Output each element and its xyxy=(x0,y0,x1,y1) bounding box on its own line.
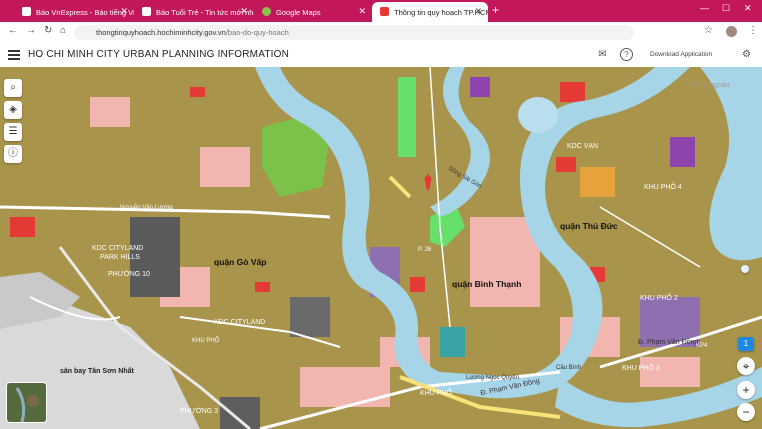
map-label-airport: sân bay Tân Sơn Nhất xyxy=(60,368,134,375)
close-tab-icon[interactable]: ✕ xyxy=(120,6,128,17)
url-path: /ban-do-quy-hoach xyxy=(225,28,289,37)
tab-title: Google Maps xyxy=(276,7,321,17)
hamburger-menu-icon[interactable] xyxy=(8,50,20,60)
tab-quy-hoach[interactable]: Thông tin quy hoạch TP.HCM ✕ xyxy=(372,2,488,22)
app-title: HO CHI MINH CITY URBAN PLANNING INFORMAT… xyxy=(28,49,290,60)
tuoitre-favicon-icon xyxy=(142,7,151,16)
layers-icon[interactable]: ◈ xyxy=(4,101,22,119)
bookmark-star-icon[interactable]: ☆ xyxy=(704,25,713,36)
map-label: KHU PHỐ xyxy=(420,390,452,397)
app-header: HO CHI MINH CITY URBAN PLANNING INFORMAT… xyxy=(0,43,762,68)
map-label: PHƯỜNG 3 xyxy=(180,408,219,415)
map-label: PHƯỜNG 10 xyxy=(108,271,150,278)
zoom-in-button[interactable]: + xyxy=(737,381,755,399)
map-label: KDC VẠN xyxy=(567,143,599,150)
map-label: KHU PHỐ xyxy=(192,338,220,344)
mail-icon[interactable]: ✉ xyxy=(596,48,609,61)
locate-icon[interactable]: ⌖ xyxy=(737,357,755,375)
map-label-road: Nguyễn Văn Lượng xyxy=(120,205,173,211)
browser-tab-bar: Báo VnExpress - Báo tiếng Việt ✕ Báo Tuổ… xyxy=(0,0,762,22)
apple-icon[interactable] xyxy=(716,48,729,61)
tab-vnexpress[interactable]: Báo VnExpress - Báo tiếng Việt ✕ xyxy=(14,2,134,22)
tab-google-maps[interactable]: Google Maps ✕ xyxy=(254,2,372,22)
close-tab-icon[interactable]: ✕ xyxy=(358,6,366,17)
info-icon[interactable]: ⓘ xyxy=(4,145,22,163)
list-icon[interactable]: ☰ xyxy=(4,123,22,141)
maximize-icon[interactable]: ☐ xyxy=(722,3,730,14)
minimap-thumbnail[interactable] xyxy=(6,382,47,423)
download-application-link[interactable]: Download Application xyxy=(650,51,712,58)
tab-title: Báo Tuổi Trẻ - Tin tức mới nhất xyxy=(156,7,254,17)
minimap-image xyxy=(7,383,46,422)
map-label: KHU PHỐ 4 xyxy=(644,184,682,191)
map-label: P. 26 xyxy=(418,247,432,253)
google-maps-favicon-icon xyxy=(262,7,271,16)
layer-level-badge[interactable]: 1 xyxy=(738,337,754,351)
vnexpress-favicon-icon xyxy=(22,7,31,16)
minimize-icon[interactable]: — xyxy=(700,3,709,13)
home-icon[interactable]: ⌂ xyxy=(60,25,66,36)
url-field[interactable]: thongtinquyhoach.hochiminhcity.gov.vn/ba… xyxy=(74,25,634,40)
more-menu-icon[interactable]: ⋮ xyxy=(748,25,758,36)
map-label: KHU PHỐ 3 xyxy=(622,365,660,372)
tab-title: Báo VnExpress - Báo tiếng Việt xyxy=(36,7,134,17)
close-tab-icon[interactable]: ✕ xyxy=(474,6,482,17)
watermark-logo: Batdongsan xyxy=(692,82,730,89)
close-tab-icon[interactable]: ✕ xyxy=(240,6,248,17)
planning-map[interactable]: KDC CITYLAND PARK HILLS PHƯỜNG 10 quận G… xyxy=(0,67,762,429)
map-label: KDC CITYLAND xyxy=(92,245,144,252)
map-label: KHU PHỐ 2 xyxy=(640,295,678,302)
forward-icon[interactable]: → xyxy=(26,25,36,36)
tab-tuoitre[interactable]: Báo Tuổi Trẻ - Tin tức mới nhất ✕ xyxy=(134,2,254,22)
map-label: KDC CITYLAND xyxy=(214,319,266,326)
android-icon[interactable]: ⚙ xyxy=(740,48,753,61)
map-label-district: quận Thủ Đức xyxy=(560,221,618,231)
address-bar: ← → ↻ ⌂ thongtinquyhoach.hochiminhcity.g… xyxy=(0,22,762,44)
map-label: PARK HILLS xyxy=(100,254,140,261)
reload-icon[interactable]: ↻ xyxy=(44,25,52,36)
profile-avatar[interactable] xyxy=(726,26,737,37)
compass-slider-knob[interactable] xyxy=(741,265,749,273)
map-label-road: Lương Ngọc Quyến xyxy=(466,375,519,381)
new-tab-button[interactable]: + xyxy=(492,3,499,17)
url-domain: thongtinquyhoach.hochiminhcity.gov.vn xyxy=(96,28,226,37)
map-label-road: Đ. Phạm Văn Đồng xyxy=(638,339,699,346)
close-window-icon[interactable]: ✕ xyxy=(744,3,752,14)
search-icon[interactable]: ⌕ xyxy=(4,79,22,97)
map-label: KP4 xyxy=(696,343,708,349)
back-icon[interactable]: ← xyxy=(8,25,18,36)
map-label-district: quận Bình Thạnh xyxy=(452,279,522,289)
zoom-out-button[interactable]: − xyxy=(737,403,755,421)
help-icon[interactable]: ? xyxy=(620,48,633,61)
quy-hoach-favicon-icon xyxy=(380,7,389,16)
map-label-road: Cầu Bình xyxy=(556,365,582,371)
map-label-district: quận Gò Vấp xyxy=(214,257,267,267)
